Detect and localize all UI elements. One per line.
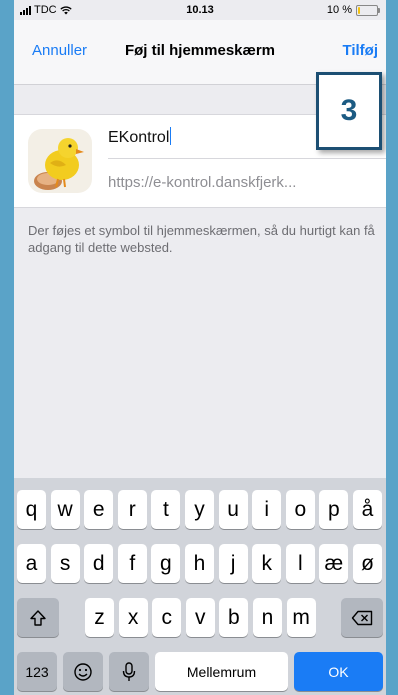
url-field: https://e-kontrol.danskfjerk...: [108, 174, 297, 191]
key-b[interactable]: b: [219, 598, 249, 637]
key-n[interactable]: n: [253, 598, 282, 637]
emoji-icon: [74, 662, 92, 681]
key-o[interactable]: o: [285, 490, 315, 529]
key-g[interactable]: g: [151, 544, 181, 583]
key-a[interactable]: a: [17, 544, 46, 583]
key-å[interactable]: å: [353, 490, 382, 529]
key-ø[interactable]: ø: [353, 544, 382, 583]
name-input[interactable]: EKontrol: [108, 127, 172, 147]
key-w[interactable]: w: [50, 490, 80, 529]
key-z[interactable]: z: [85, 598, 114, 637]
key-p[interactable]: p: [319, 490, 349, 529]
backspace-key[interactable]: [341, 598, 383, 637]
step-badge: 3: [316, 72, 382, 150]
microphone-icon: [122, 661, 136, 681]
info-text: Der føjes et symbol til hjemmeskærmen, s…: [28, 223, 375, 255]
key-r[interactable]: r: [117, 490, 147, 529]
key-h[interactable]: h: [185, 544, 214, 583]
battery-percent: 10 %: [326, 4, 352, 16]
add-button[interactable]: Tilføj: [342, 42, 378, 59]
key-k[interactable]: k: [252, 544, 282, 583]
key-e[interactable]: e: [84, 490, 114, 529]
dictation-key[interactable]: [109, 652, 149, 691]
ok-key[interactable]: OK: [294, 652, 383, 691]
name-value: EKontrol: [108, 129, 170, 146]
space-key[interactable]: Mellemrum: [155, 652, 288, 691]
key-y[interactable]: y: [185, 490, 214, 529]
key-j[interactable]: j: [218, 544, 248, 583]
shift-icon: [30, 609, 46, 626]
page-title: Føj til hjemmeskærm: [124, 42, 276, 59]
phone-screen: TDC 10.13 10 % Annuller Føj til hjemmesk…: [14, 0, 386, 695]
key-æ[interactable]: æ: [319, 544, 349, 583]
key-f[interactable]: f: [117, 544, 147, 583]
key-t[interactable]: t: [151, 490, 181, 529]
key-v[interactable]: v: [185, 598, 215, 637]
key-x[interactable]: x: [118, 598, 148, 637]
key-q[interactable]: q: [17, 490, 46, 529]
keyboard: 123 Mellemrum OK q w e r t y u i o p å a…: [14, 478, 386, 695]
key-m[interactable]: m: [286, 598, 316, 637]
key-d[interactable]: d: [84, 544, 114, 583]
key-s[interactable]: s: [50, 544, 80, 583]
chick-icon: [28, 129, 92, 193]
key-c[interactable]: c: [152, 598, 182, 637]
shift-key[interactable]: [17, 598, 59, 637]
emoji-key[interactable]: [63, 652, 103, 691]
text-cursor: [170, 127, 172, 145]
battery-indicator: 10 %: [326, 4, 380, 16]
numbers-key[interactable]: 123: [17, 652, 57, 691]
backspace-icon: [351, 610, 373, 625]
key-i[interactable]: i: [252, 490, 282, 529]
field-divider: [108, 158, 386, 159]
key-u[interactable]: u: [218, 490, 248, 529]
key-l[interactable]: l: [285, 544, 315, 583]
status-bar: TDC 10.13 10 %: [14, 0, 386, 20]
battery-icon: [356, 4, 380, 16]
